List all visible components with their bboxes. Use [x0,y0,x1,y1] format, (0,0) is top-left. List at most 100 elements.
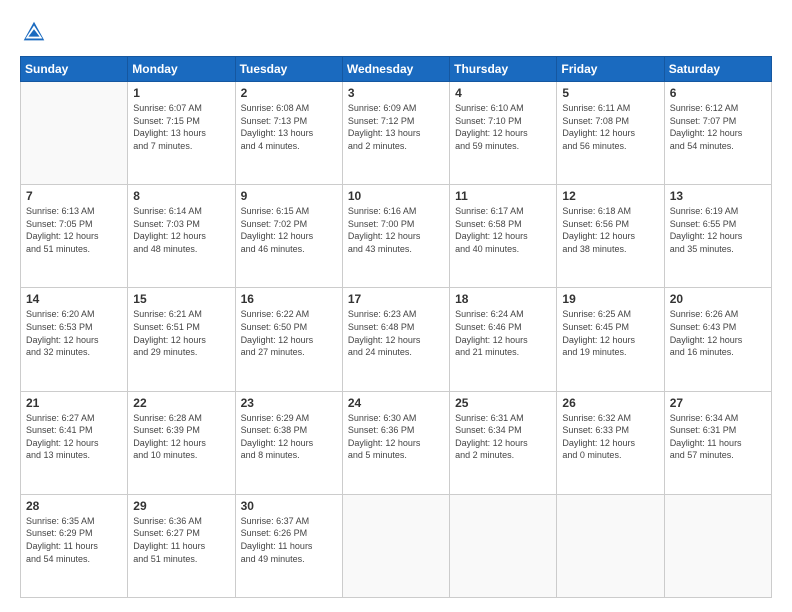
calendar-cell: 29Sunrise: 6:36 AM Sunset: 6:27 PM Dayli… [128,494,235,597]
day-info: Sunrise: 6:27 AM Sunset: 6:41 PM Dayligh… [26,412,122,462]
day-number: 11 [455,189,551,203]
day-number: 13 [670,189,766,203]
day-number: 3 [348,86,444,100]
calendar-cell [342,494,449,597]
day-number: 23 [241,396,337,410]
day-info: Sunrise: 6:26 AM Sunset: 6:43 PM Dayligh… [670,308,766,358]
calendar-cell: 2 Sunrise: 6:08 AM Sunset: 7:13 PM Daylig… [235,82,342,185]
day-number: 22 [133,396,229,410]
day-info: Sunrise: 6:19 AM Sunset: 6:55 PM Dayligh… [670,205,766,255]
day-number: 18 [455,292,551,306]
calendar-cell: 23 Sunrise: 6:29 AM Sunset: 6:38 PM Dayli… [235,391,342,494]
day-info: Sunrise: 6:25 AM Sunset: 6:45 PM Dayligh… [562,308,658,358]
day-info: Sunrise: 6:28 AM Sunset: 6:39 PM Dayligh… [133,412,229,462]
calendar-cell: 6 Sunrise: 6:12 AM Sunset: 7:07 PM Daylig… [664,82,771,185]
day-number: 15 [133,292,229,306]
day-number: 25 [455,396,551,410]
calendar-week-row: 21 Sunrise: 6:27 AM Sunset: 6:41 PM Dayli… [21,391,772,494]
day-info: Sunrise: 6:34 AM Sunset: 6:31 PM Dayligh… [670,412,766,462]
header [20,18,772,46]
calendar-week-row: 28 Sunrise: 6:35 AM Sunset: 6:29 PM Dayli… [21,494,772,597]
day-info: Sunrise: 6:20 AM Sunset: 6:53 PM Dayligh… [26,308,122,358]
day-info: Sunrise: 6:12 AM Sunset: 7:07 PM Dayligh… [670,102,766,152]
calendar-cell: 1 Sunrise: 6:07 AM Sunset: 7:15 PM Daylig… [128,82,235,185]
day-info: Sunrise: 6:18 AM Sunset: 6:56 PM Dayligh… [562,205,658,255]
day-info: Sunrise: 6:16 AM Sunset: 7:00 PM Dayligh… [348,205,444,255]
day-info: Sunrise: 6:08 AM Sunset: 7:13 PM Dayligh… [241,102,337,152]
calendar-cell: 3 Sunrise: 6:09 AM Sunset: 7:12 PM Daylig… [342,82,449,185]
day-number: 9 [241,189,337,203]
day-info: Sunrise: 6:17 AM Sunset: 6:58 PM Dayligh… [455,205,551,255]
weekday-header: Friday [557,57,664,82]
calendar-cell: 20Sunrise: 6:26 AM Sunset: 6:43 PM Dayli… [664,288,771,391]
weekday-header: Monday [128,57,235,82]
logo-icon [20,18,48,46]
calendar-cell: 18Sunrise: 6:24 AM Sunset: 6:46 PM Dayli… [450,288,557,391]
day-info: Sunrise: 6:07 AM Sunset: 7:15 PM Dayligh… [133,102,229,152]
day-info: Sunrise: 6:15 AM Sunset: 7:02 PM Dayligh… [241,205,337,255]
day-number: 30 [241,499,337,513]
calendar-cell: 27 Sunrise: 6:34 AM Sunset: 6:31 PM Dayli… [664,391,771,494]
calendar-cell [557,494,664,597]
calendar-cell: 11 Sunrise: 6:17 AM Sunset: 6:58 PM Dayli… [450,185,557,288]
calendar-cell: 30 Sunrise: 6:37 AM Sunset: 6:26 PM Dayli… [235,494,342,597]
calendar-week-row: 7Sunrise: 6:13 AM Sunset: 7:05 PM Daylig… [21,185,772,288]
day-number: 1 [133,86,229,100]
day-number: 12 [562,189,658,203]
day-info: Sunrise: 6:23 AM Sunset: 6:48 PM Dayligh… [348,308,444,358]
calendar-cell: 26 Sunrise: 6:32 AM Sunset: 6:33 PM Dayli… [557,391,664,494]
calendar-cell: 13 Sunrise: 6:19 AM Sunset: 6:55 PM Dayli… [664,185,771,288]
day-number: 14 [26,292,122,306]
calendar-cell: 4 Sunrise: 6:10 AM Sunset: 7:10 PM Daylig… [450,82,557,185]
logo [20,18,52,46]
day-number: 2 [241,86,337,100]
day-number: 21 [26,396,122,410]
calendar-cell: 19 Sunrise: 6:25 AM Sunset: 6:45 PM Dayli… [557,288,664,391]
day-number: 5 [562,86,658,100]
calendar-cell: 17 Sunrise: 6:23 AM Sunset: 6:48 PM Dayli… [342,288,449,391]
calendar-cell [21,82,128,185]
calendar-cell: 15Sunrise: 6:21 AM Sunset: 6:51 PM Dayli… [128,288,235,391]
day-number: 17 [348,292,444,306]
day-number: 27 [670,396,766,410]
day-info: Sunrise: 6:31 AM Sunset: 6:34 PM Dayligh… [455,412,551,462]
calendar-cell: 5 Sunrise: 6:11 AM Sunset: 7:08 PM Daylig… [557,82,664,185]
day-info: Sunrise: 6:10 AM Sunset: 7:10 PM Dayligh… [455,102,551,152]
calendar-week-row: 14 Sunrise: 6:20 AM Sunset: 6:53 PM Dayli… [21,288,772,391]
day-number: 4 [455,86,551,100]
weekday-header: Sunday [21,57,128,82]
weekday-header: Thursday [450,57,557,82]
calendar-cell: 28 Sunrise: 6:35 AM Sunset: 6:29 PM Dayli… [21,494,128,597]
day-info: Sunrise: 6:09 AM Sunset: 7:12 PM Dayligh… [348,102,444,152]
page: SundayMondayTuesdayWednesdayThursdayFrid… [0,0,792,612]
calendar-week-row: 1 Sunrise: 6:07 AM Sunset: 7:15 PM Daylig… [21,82,772,185]
calendar-cell: 10 Sunrise: 6:16 AM Sunset: 7:00 PM Dayli… [342,185,449,288]
day-info: Sunrise: 6:36 AM Sunset: 6:27 PM Dayligh… [133,515,229,565]
day-number: 28 [26,499,122,513]
calendar-cell: 16Sunrise: 6:22 AM Sunset: 6:50 PM Dayli… [235,288,342,391]
calendar-cell [450,494,557,597]
day-info: Sunrise: 6:29 AM Sunset: 6:38 PM Dayligh… [241,412,337,462]
calendar-cell: 8Sunrise: 6:14 AM Sunset: 7:03 PM Daylig… [128,185,235,288]
day-number: 6 [670,86,766,100]
calendar-cell: 12 Sunrise: 6:18 AM Sunset: 6:56 PM Dayli… [557,185,664,288]
day-info: Sunrise: 6:22 AM Sunset: 6:50 PM Dayligh… [241,308,337,358]
weekday-header: Wednesday [342,57,449,82]
calendar-header-row: SundayMondayTuesdayWednesdayThursdayFrid… [21,57,772,82]
calendar-cell: 14 Sunrise: 6:20 AM Sunset: 6:53 PM Dayli… [21,288,128,391]
calendar-table: SundayMondayTuesdayWednesdayThursdayFrid… [20,56,772,598]
day-info: Sunrise: 6:30 AM Sunset: 6:36 PM Dayligh… [348,412,444,462]
day-info: Sunrise: 6:35 AM Sunset: 6:29 PM Dayligh… [26,515,122,565]
day-number: 8 [133,189,229,203]
day-info: Sunrise: 6:37 AM Sunset: 6:26 PM Dayligh… [241,515,337,565]
day-number: 19 [562,292,658,306]
calendar-cell: 24Sunrise: 6:30 AM Sunset: 6:36 PM Dayli… [342,391,449,494]
weekday-header: Saturday [664,57,771,82]
day-info: Sunrise: 6:11 AM Sunset: 7:08 PM Dayligh… [562,102,658,152]
day-number: 10 [348,189,444,203]
day-number: 7 [26,189,122,203]
calendar-cell: 22 Sunrise: 6:28 AM Sunset: 6:39 PM Dayli… [128,391,235,494]
calendar-cell: 9 Sunrise: 6:15 AM Sunset: 7:02 PM Daylig… [235,185,342,288]
day-number: 26 [562,396,658,410]
day-info: Sunrise: 6:32 AM Sunset: 6:33 PM Dayligh… [562,412,658,462]
